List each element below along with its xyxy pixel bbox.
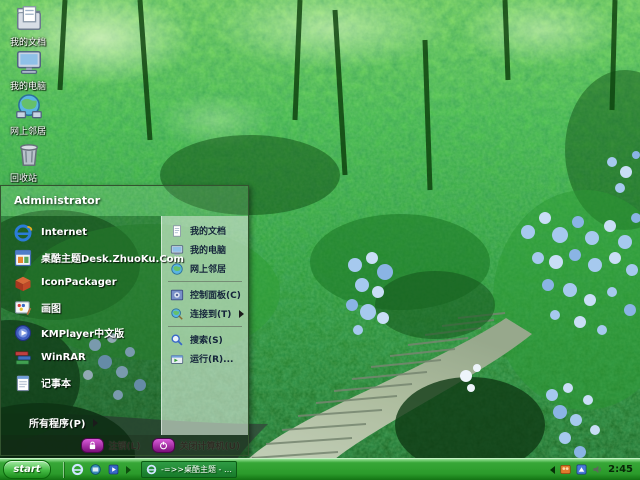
my-documents-icon: [17, 6, 41, 30]
start-button[interactable]: start: [3, 460, 51, 479]
quick-launch-bar: [60, 461, 131, 478]
tray-chevron-icon[interactable]: [550, 465, 556, 474]
ie-quicklaunch-icon[interactable]: [70, 462, 85, 477]
network-places-icon: [16, 94, 42, 119]
start-menu-item-notepad[interactable]: 记事本: [1, 370, 161, 395]
start-menu-item-zhuoku-theme[interactable]: 桌酷主题Desk.ZhuoKu.Com: [1, 245, 184, 270]
ie-icon: [146, 464, 157, 475]
winrar-icon: [15, 350, 31, 365]
control-panel-icon: [170, 289, 184, 300]
all-programs-button[interactable]: 所有程序(P): [29, 415, 99, 430]
notepad-icon: [16, 375, 30, 391]
zhuoku-theme-icon: [14, 249, 32, 266]
kmplayer-icon: [14, 324, 32, 341]
tray-app-orange-icon[interactable]: [560, 464, 571, 475]
taskbar: start -=>>桌酷主题 - Mi...: [0, 458, 640, 480]
system-tray: 2:45: [550, 464, 640, 475]
power-icon: [152, 437, 176, 453]
start-menu-item-connect-to[interactable]: 连接到(T): [162, 304, 248, 323]
show-desktop-icon[interactable]: [88, 462, 103, 477]
desktop-icon-label: 网上邻居: [10, 127, 47, 137]
start-menu: Administrator Internet 桌酷主题Desk.ZhuoKu.C…: [0, 185, 249, 456]
run-icon: [170, 354, 184, 364]
my-computer-icon: [17, 50, 41, 74]
desktop-icon-recycle-bin[interactable]: 回收站: [2, 139, 82, 184]
submenu-arrow-icon: [239, 309, 244, 318]
search-icon: [171, 333, 183, 346]
log-off-button[interactable]: 注销(L): [81, 437, 140, 453]
desktop-icon-my-documents[interactable]: 我的文档: [2, 3, 82, 48]
volume-icon[interactable]: [592, 464, 603, 475]
connect-to-icon: [171, 307, 183, 320]
desktop-icon-label: 回收站: [10, 174, 38, 184]
tray-app-blue-icon[interactable]: [576, 464, 587, 475]
internet-explorer-icon: [14, 224, 33, 241]
desktop-icon-network-places[interactable]: 网上邻居: [2, 92, 82, 137]
start-menu-item-iconpackager[interactable]: IconPackager: [1, 270, 161, 295]
quick-launch-overflow-icon[interactable]: [126, 465, 131, 474]
taskbar-divider: [63, 461, 64, 478]
start-menu-item-run[interactable]: 运行(R)...: [162, 349, 248, 368]
taskbar-clock[interactable]: 2:45: [608, 464, 633, 475]
recycle-bin-icon: [19, 144, 39, 166]
desktop-icon-label: 我的电脑: [10, 82, 47, 92]
media-player-icon[interactable]: [106, 462, 121, 477]
my-documents-icon: [173, 224, 181, 237]
start-menu-item-winrar[interactable]: WinRAR: [1, 345, 161, 370]
task-button-zhuoku[interactable]: -=>>桌酷主题 - Mi...: [141, 461, 237, 478]
shut-down-button[interactable]: 关闭计算机(U): [152, 437, 240, 453]
start-menu-item-internet[interactable]: Internet: [1, 220, 161, 245]
menu-separator: [168, 281, 242, 282]
iconpackager-icon: [15, 276, 31, 291]
start-menu-right-column: 我的文档 我的电脑 网上邻居 控制面板(C) 连接到(T) 搜索(S) 运行(R…: [161, 216, 248, 435]
start-menu-user-name: Administrator: [1, 186, 248, 216]
start-menu-item-search[interactable]: 搜索(S): [162, 330, 248, 349]
submenu-arrow-icon: [93, 418, 99, 427]
start-menu-item-paint[interactable]: 画图: [1, 295, 161, 320]
paint-icon: [14, 300, 32, 315]
start-menu-footer: 注销(L) 关闭计算机(U): [1, 435, 248, 455]
start-menu-item-control-panel[interactable]: 控制面板(C): [162, 285, 248, 304]
start-menu-item-kmplayer[interactable]: KMPlayer中文版: [1, 320, 161, 345]
log-off-icon: [81, 437, 105, 453]
start-menu-item-my-documents[interactable]: 我的文档: [162, 221, 248, 240]
start-menu-left-column: Internet 桌酷主题Desk.ZhuoKu.Com IconPackage…: [1, 216, 184, 435]
desktop-icon-my-computer[interactable]: 我的电脑: [2, 47, 82, 92]
menu-separator: [168, 326, 242, 327]
